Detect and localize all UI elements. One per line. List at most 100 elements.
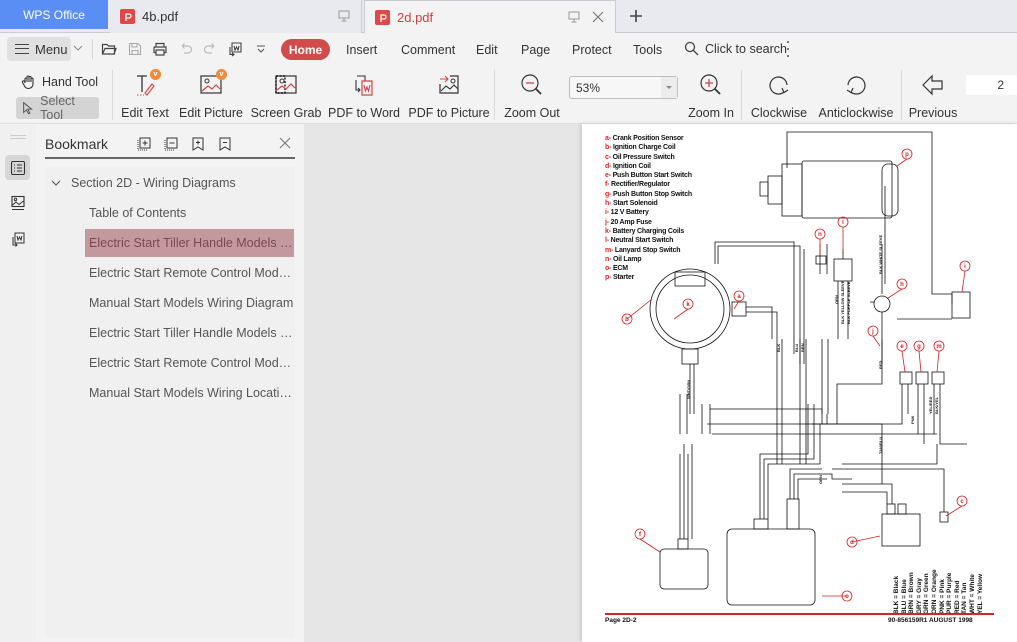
open-folder-icon[interactable] (101, 41, 117, 57)
menu-button[interactable]: Menu (7, 37, 71, 61)
divider (112, 70, 113, 120)
bookmark-panel-button[interactable] (5, 155, 30, 180)
pdf-convert-icon (12, 232, 24, 247)
button-label: Anticlockwise (818, 106, 894, 120)
pdf-to-word-icon (355, 74, 373, 96)
select-tool-button[interactable]: Select Tool (16, 94, 99, 122)
pdf-to-word-quick-icon[interactable] (227, 41, 243, 57)
bookmark-list-icon (10, 160, 25, 175)
menu-tab-edit[interactable]: Edit (476, 43, 498, 57)
wire-label: BLK YELLOW SLEEVE (840, 280, 845, 324)
menu-tab-home[interactable]: Home (281, 39, 330, 60)
app-home-tab[interactable]: WPS Office (0, 0, 108, 29)
plus-icon (630, 10, 642, 22)
bookmark-header: Bookmark (45, 133, 295, 159)
hand-tool-button[interactable]: Hand Tool (16, 71, 103, 93)
more-quick-actions-icon[interactable] (253, 41, 269, 57)
dropdown-arrow-icon[interactable] (661, 77, 677, 98)
button-label: PDF to Picture (408, 106, 490, 120)
chevron-down-icon[interactable] (51, 178, 61, 188)
button-label: Zoom Out (504, 106, 560, 120)
document-viewport[interactable]: a- Crank Position Sensor b- Ignition Char… (304, 124, 1017, 642)
menu-tab-page[interactable]: Page (521, 43, 550, 57)
color-key-entry: BRN = Brown (908, 572, 916, 614)
bookmark-item[interactable]: Table of Contents (45, 199, 295, 227)
panel-grip-handle[interactable] (10, 135, 26, 139)
svg-text:b: b (625, 317, 629, 323)
callout-i: i (959, 260, 971, 293)
svg-text:a: a (737, 294, 741, 300)
bookmark-item-label: Electric Start Tiller Handle Models Wi..… (89, 326, 295, 340)
remove-bookmark-icon[interactable] (217, 136, 233, 152)
zoom-level-select[interactable]: 53% (569, 76, 678, 99)
zoom-out-button[interactable]: Zoom Out (504, 70, 560, 120)
bookmark-item-label: Table of Contents (89, 206, 187, 220)
add-bookmark-icon[interactable] (190, 136, 206, 152)
callout-b: b (621, 298, 653, 325)
svg-text:j: j (871, 329, 874, 335)
rotate-anticlockwise-button[interactable]: Anticlockwise (818, 70, 894, 120)
pdf-to-picture-button[interactable]: PDF to Picture (408, 70, 490, 120)
edit-picture-button[interactable]: v Edit Picture (179, 69, 243, 120)
bookmark-item[interactable]: Electric Start Remote Control Models... (45, 349, 295, 377)
tab-2d-pdf[interactable]: 2d.pdf (364, 0, 616, 34)
page-number-input[interactable]: 2 (966, 75, 1017, 95)
redo-icon[interactable] (202, 41, 218, 57)
svg-text:f: f (639, 532, 642, 538)
tab-label: 2d.pdf (397, 10, 434, 25)
edit-text-button[interactable]: v Edit Text (121, 69, 169, 120)
previous-page-button[interactable]: Previous (909, 70, 957, 120)
menu-tab-comment[interactable]: Comment (401, 43, 455, 57)
bookmark-item[interactable]: Electric Start Tiller Handle Models Wi..… (45, 319, 295, 347)
screen-grab-button[interactable]: Screen Grab (251, 70, 321, 120)
monitor-icon[interactable] (567, 10, 581, 27)
wire-color-key: BLK = Black BLU = Blue BRN = Brown GRY = Gr… (892, 564, 992, 614)
more-options-icon[interactable] (786, 41, 790, 57)
save-icon[interactable] (127, 41, 143, 57)
callout-f: f (634, 528, 661, 553)
convert-panel-button[interactable] (5, 226, 30, 251)
bookmark-section-label: Section 2D - Wiring Diagrams (71, 176, 236, 190)
tab-bar: WPS Office 4b.pdf 2d.pdf (0, 0, 1017, 34)
color-key-entry: BLK = Black (893, 575, 900, 614)
button-label: PDF to Word (328, 106, 401, 120)
bookmark-item[interactable]: Manual Start Models Wiring Diagram (45, 289, 295, 317)
color-key-entry: BLU = Blue (900, 579, 908, 614)
close-tab-icon[interactable] (591, 10, 605, 27)
expand-all-icon[interactable] (136, 136, 152, 152)
close-panel-icon[interactable] (278, 136, 292, 150)
new-tab-button[interactable] (626, 6, 646, 26)
tab-4b-pdf[interactable]: 4b.pdf (110, 0, 362, 33)
bookmark-item[interactable]: Electric Start Remote Control Models... (45, 259, 295, 287)
pdf-to-word-button[interactable]: PDF to Word (328, 70, 401, 120)
print-icon[interactable] (152, 41, 168, 57)
bookmark-list: Section 2D - Wiring Diagrams Table of Co… (45, 167, 295, 637)
bookmark-item[interactable]: Manual Start Models Wiring Locations (45, 379, 295, 407)
menu-tab-insert[interactable]: Insert (346, 43, 377, 57)
collapse-all-icon[interactable] (163, 136, 179, 152)
callout-g: g (913, 340, 925, 373)
undo-icon[interactable] (178, 41, 194, 57)
bookmark-panel: Bookmark Section 2D - Wiring Diagrams Ta… (36, 125, 304, 642)
bookmark-item-selected[interactable]: Electric Start Tiller Handle Models Wi..… (85, 229, 294, 257)
thumbnails-panel-button[interactable] (5, 190, 30, 215)
callout-d: d (846, 535, 881, 548)
svg-text:p: p (905, 152, 909, 158)
menu-tab-tools[interactable]: Tools (633, 43, 662, 57)
left-panel-strip (0, 125, 36, 642)
zoom-in-button[interactable]: Zoom In (688, 70, 734, 120)
search-box[interactable]: Click to search (684, 41, 787, 56)
cursor-arrow-icon (23, 101, 33, 115)
callout-c: c (945, 495, 968, 517)
monitor-icon[interactable] (337, 9, 351, 26)
bookmark-item-label: Electric Start Remote Control Models... (89, 266, 295, 280)
bookmark-section[interactable]: Section 2D - Wiring Diagrams (45, 169, 295, 197)
rectifier-regulator (659, 548, 709, 590)
ribbon-toolbar: Hand Tool Select Tool v Edit Text v Edit… (0, 65, 1017, 124)
chevron-down-icon[interactable] (73, 44, 83, 52)
page-footer-right: 90-856159R1 AUGUST 1998 (888, 617, 973, 624)
rotate-clockwise-button[interactable]: Clockwise (751, 70, 807, 120)
pdf-file-icon (375, 10, 390, 25)
menu-tab-protect[interactable]: Protect (572, 43, 612, 57)
bookmark-item-label: Electric Start Remote Control Models... (89, 356, 295, 370)
